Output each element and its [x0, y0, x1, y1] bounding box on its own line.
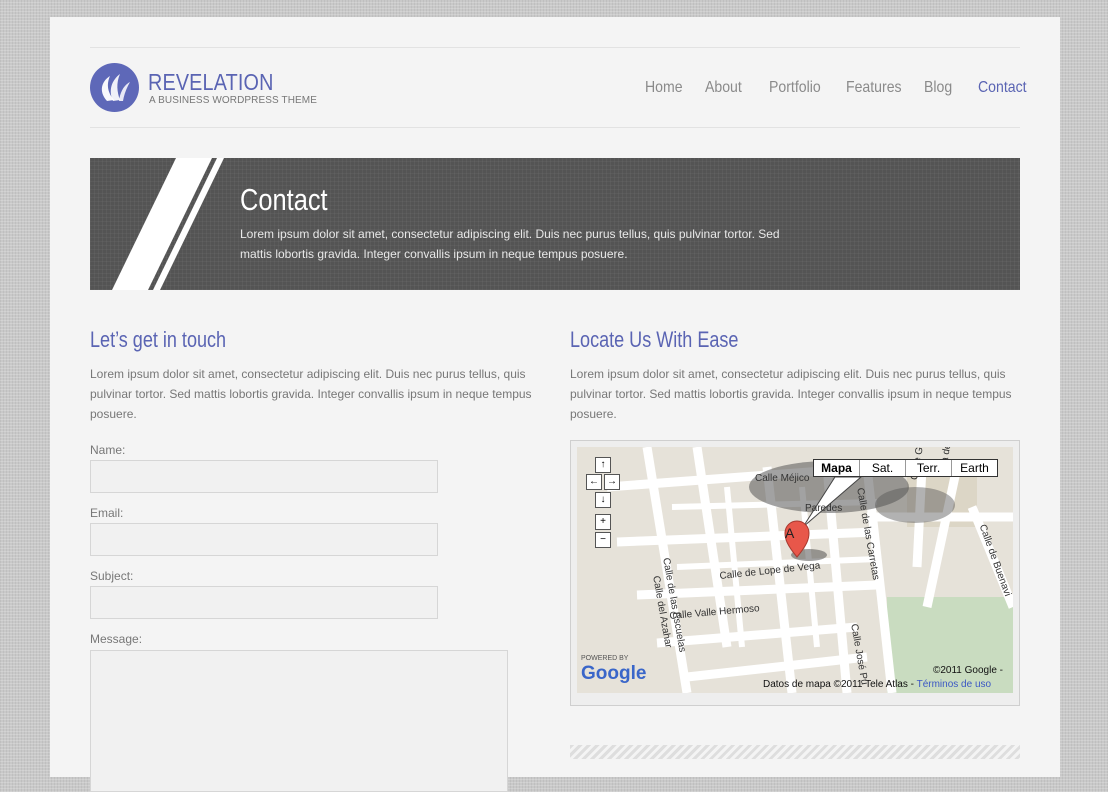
- header-top-divider: [90, 47, 1020, 48]
- subject-label: Subject:: [90, 569, 134, 583]
- nav-features[interactable]: Features: [846, 79, 902, 97]
- map-street-paredes: Paredes: [805, 503, 843, 514]
- nav-portfolio[interactable]: Portfolio: [769, 79, 821, 97]
- pan-up-icon[interactable]: ↑: [595, 457, 611, 473]
- map-type-mapa-button[interactable]: Mapa: [814, 460, 859, 476]
- map-canvas[interactable]: A Calle Méjico Calle de las Escuelas Cal…: [577, 447, 1013, 693]
- map-type-selector: Mapa Sat. Terr. Earth: [813, 459, 998, 477]
- message-textarea[interactable]: [90, 650, 508, 792]
- banner-description: Lorem ipsum dolor sit amet, consectetur …: [240, 227, 780, 261]
- page-banner: Contact Lorem ipsum dolor sit amet, cons…: [90, 158, 1020, 290]
- nav-about[interactable]: About: [705, 79, 742, 97]
- name-field[interactable]: [90, 460, 438, 493]
- page-container: REVELATION A BUSINESS WORDPRESS THEME Ho…: [50, 17, 1060, 792]
- map-terms-link[interactable]: Términos de uso: [917, 679, 991, 690]
- zoom-in-icon[interactable]: +: [595, 514, 611, 530]
- map-copyright: ©2011 Google -: [933, 665, 1004, 676]
- header-bottom-divider: [90, 127, 1020, 128]
- pan-right-icon[interactable]: →: [604, 474, 620, 490]
- map-data-credit-text: Datos de mapa ©2011 Tele Atlas -: [763, 679, 914, 690]
- logo-tagline: A BUSINESS WORDPRESS THEME: [149, 95, 318, 106]
- contact-heading: Let’s get in touch: [90, 327, 227, 352]
- nav-contact[interactable]: Contact: [978, 79, 1027, 97]
- zoom-out-icon[interactable]: −: [595, 532, 611, 548]
- map-type-terr-button[interactable]: Terr.: [905, 460, 951, 476]
- name-label: Name:: [90, 443, 126, 457]
- email-label: Email:: [90, 506, 124, 520]
- banner-stripes-decoration: [112, 158, 224, 290]
- locate-heading: Locate Us With Ease: [570, 327, 739, 352]
- map-powered-by: POWERED BY: [581, 655, 629, 662]
- contact-description: Lorem ipsum dolor sit amet, consectetur …: [90, 367, 532, 421]
- logo-title[interactable]: REVELATION: [148, 69, 274, 96]
- logo-icon[interactable]: [90, 63, 139, 112]
- map-marker-label[interactable]: A: [785, 525, 794, 541]
- subject-field[interactable]: [90, 586, 438, 619]
- locate-description: Lorem ipsum dolor sit amet, consectetur …: [570, 367, 1012, 421]
- banner-title: Contact: [240, 182, 328, 217]
- nav-home[interactable]: Home: [645, 79, 683, 97]
- nav-blog[interactable]: Blog: [924, 79, 952, 97]
- map-street-mejico: Calle Méjico: [755, 473, 810, 484]
- email-field[interactable]: [90, 523, 438, 556]
- google-logo-icon[interactable]: Google: [581, 663, 646, 685]
- map-type-earth-button[interactable]: Earth: [951, 460, 997, 476]
- pan-left-icon[interactable]: ←: [586, 474, 602, 490]
- message-label: Message:: [90, 632, 143, 646]
- map-data-credit: Datos de mapa ©2011 Tele Atlas - Término…: [763, 679, 991, 690]
- map-frame: A Calle Méjico Calle de las Escuelas Cal…: [570, 440, 1020, 706]
- map-type-sat-button[interactable]: Sat.: [859, 460, 905, 476]
- pan-down-icon[interactable]: ↓: [595, 492, 611, 508]
- section-divider-stripe: [570, 745, 1020, 759]
